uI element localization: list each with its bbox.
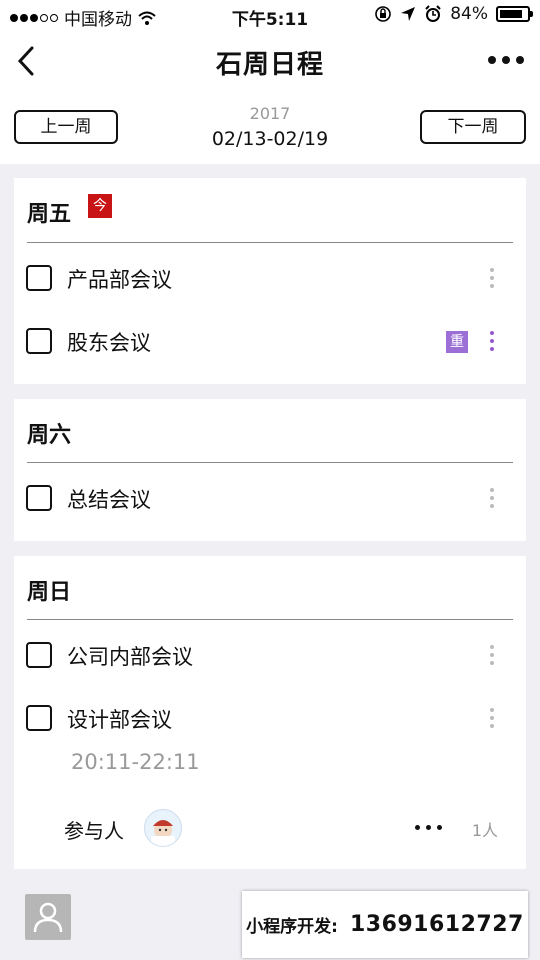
promo-label: 小程序开发: (246, 917, 338, 937)
task-checkbox[interactable] (26, 642, 52, 668)
task-item[interactable]: 公司内部会议 (14, 635, 526, 675)
divider (27, 242, 513, 243)
task-item[interactable]: 股东会议 重 (14, 321, 526, 361)
day-card-friday: 周五 今 产品部会议 股东会议 重 (14, 178, 526, 384)
day-title: 周日 (27, 580, 72, 605)
more-options-icon[interactable] (490, 488, 494, 508)
divider (27, 619, 513, 620)
task-label: 公司内部会议 (67, 645, 193, 669)
user-icon (33, 902, 63, 933)
task-item[interactable]: 产品部会议 (14, 258, 526, 298)
task-label: 总结会议 (67, 488, 151, 512)
promo-banner[interactable]: 小程序开发: 13691612727 (242, 891, 528, 958)
task-checkbox[interactable] (26, 705, 52, 731)
more-options-icon[interactable] (490, 708, 494, 728)
page-title: 石周日程 (215, 50, 324, 80)
participant-avatar[interactable] (144, 809, 182, 847)
task-item[interactable]: 设计部会议 (14, 698, 526, 738)
today-badge: 今 (88, 194, 112, 218)
task-label: 股东会议 (67, 331, 151, 355)
rotation-lock-icon (375, 6, 392, 22)
alarm-icon (425, 5, 441, 22)
participants-label: 参与人 (64, 819, 124, 843)
day-title: 周六 (27, 423, 72, 448)
divider (27, 462, 513, 463)
important-badge: 重 (446, 331, 468, 353)
more-menu-icon[interactable] (488, 56, 524, 64)
task-checkbox[interactable] (26, 485, 52, 511)
week-switcher: 上一周 2017 02/13-02/19 下一周 (0, 92, 540, 164)
day-card-sunday: 周日 公司内部会议 设计部会议 20:11-22:11 参与人 1人 (14, 556, 526, 869)
more-options-icon[interactable] (490, 268, 494, 288)
next-week-button[interactable]: 下一周 (420, 110, 526, 144)
day-title: 周五 (27, 202, 72, 227)
task-time-range: 20:11-22:11 (71, 750, 200, 774)
battery-icon (496, 6, 533, 22)
task-item[interactable]: 总结会议 (14, 478, 526, 518)
participant-count: 1人 (471, 821, 498, 840)
task-checkbox[interactable] (26, 328, 52, 354)
battery-percent: 84% (450, 4, 488, 24)
task-checkbox[interactable] (26, 265, 52, 291)
promo-phone: 13691612727 (349, 912, 524, 937)
more-options-icon[interactable] (490, 645, 494, 665)
task-label: 产品部会议 (67, 268, 172, 292)
location-icon (401, 7, 416, 21)
user-profile-button[interactable] (25, 894, 71, 940)
nav-bar: 石周日程 (0, 30, 540, 92)
day-card-saturday: 周六 总结会议 (14, 399, 526, 541)
status-bar: 中国移动 下午5:11 84% (0, 0, 540, 30)
participants-more-icon[interactable] (415, 825, 442, 830)
more-options-icon[interactable] (490, 331, 494, 351)
task-label: 设计部会议 (67, 708, 172, 732)
